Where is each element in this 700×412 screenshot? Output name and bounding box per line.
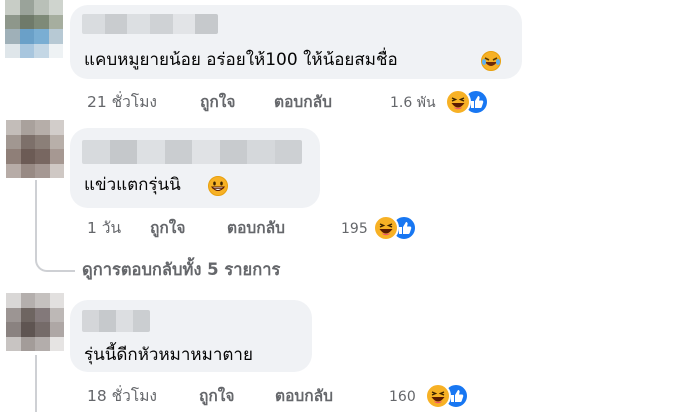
comment-bubble: แข่วแตกรุ่นนิ [70, 128, 320, 208]
reactions-summary[interactable] [373, 215, 417, 243]
timestamp[interactable]: 18 ชั่วโมง [87, 386, 157, 406]
avatar[interactable] [6, 120, 64, 178]
grinning-emoji [208, 176, 228, 196]
comment-text: แข่วแตกรุ่นนิ [84, 175, 181, 195]
view-replies-link[interactable]: ดูการตอบกลับทั้ง 5 รายการ [82, 259, 280, 281]
reaction-count[interactable]: 195 [341, 219, 368, 239]
comment-actions: 18 ชั่วโมง ถูกใจ ตอบกลับ [87, 386, 367, 406]
comment-actions: 1 วัน ถูกใจ ตอบกลับ [87, 218, 327, 238]
reply-link[interactable]: ตอบกลับ [274, 92, 332, 112]
reaction-count[interactable]: 160 [389, 387, 416, 407]
author-name-blurred[interactable] [82, 140, 302, 164]
rolling-laughing-emoji [481, 51, 501, 71]
avatar[interactable] [5, 0, 63, 58]
haha-reaction-icon [445, 89, 471, 115]
like-link[interactable]: ถูกใจ [150, 218, 185, 238]
comment-text: แคบหมูยายน้อย อร่อยให้100 ให้น้อยสมชื่อ [84, 50, 398, 70]
reply-link[interactable]: ตอบกลับ [275, 386, 333, 406]
reactions-summary[interactable] [425, 383, 469, 411]
timestamp[interactable]: 21 ชั่วโมง [87, 92, 157, 112]
comment-text: รุ่นนี้ดีกหัวหมาหมาตาย [84, 345, 253, 365]
author-name-blurred[interactable] [82, 14, 218, 34]
haha-reaction-icon [373, 215, 399, 241]
reply-thread-line [35, 180, 37, 260]
haha-reaction-icon [425, 383, 451, 409]
comment-actions: 21 ชั่วโมง ถูกใจ ตอบกลับ [87, 92, 347, 112]
avatar[interactable] [6, 293, 64, 351]
reactions-summary[interactable] [445, 89, 489, 117]
like-link[interactable]: ถูกใจ [200, 92, 235, 112]
author-name-blurred[interactable] [82, 310, 150, 332]
like-link[interactable]: ถูกใจ [199, 386, 234, 406]
timestamp[interactable]: 1 วัน [87, 218, 121, 238]
reaction-count[interactable]: 1.6 พัน [390, 93, 436, 113]
comment-bubble: รุ่นนี้ดีกหัวหมาหมาตาย [70, 300, 312, 372]
reply-thread-line [35, 355, 37, 412]
reply-link[interactable]: ตอบกลับ [227, 218, 285, 238]
comment-bubble: แคบหมูยายน้อย อร่อยให้100 ให้น้อยสมชื่อ [70, 5, 522, 79]
reply-thread-curve [35, 258, 75, 272]
